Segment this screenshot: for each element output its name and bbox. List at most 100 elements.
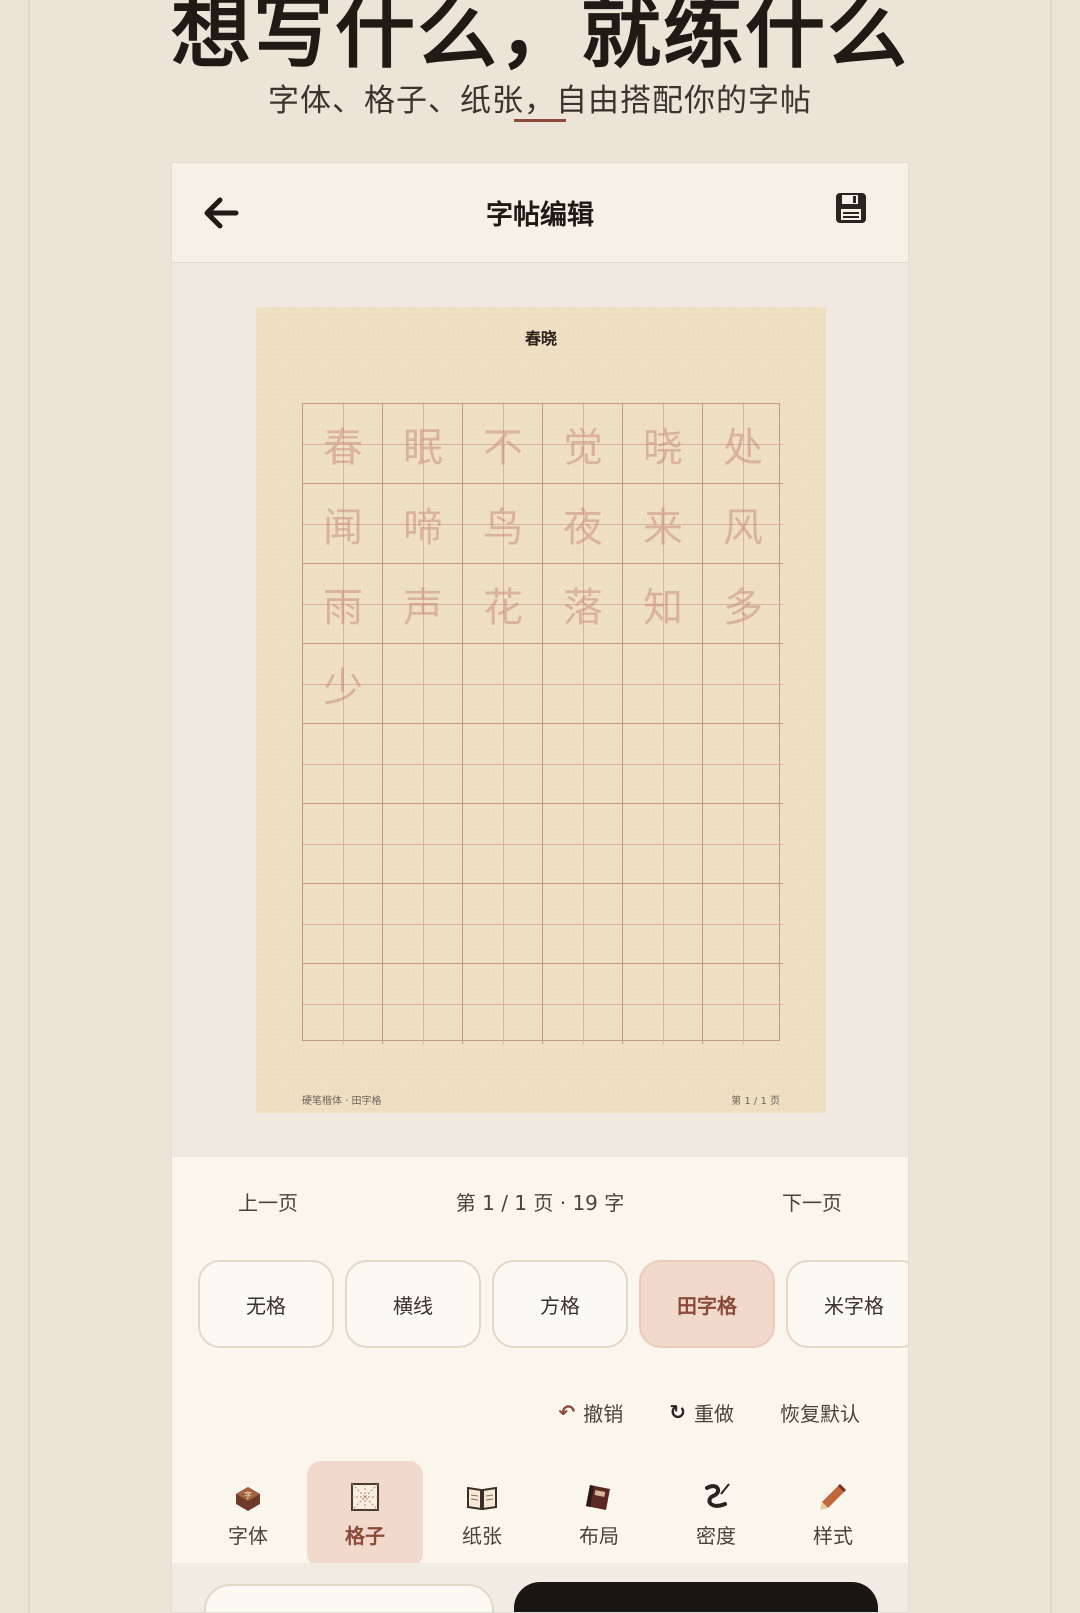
grid-cell: 鸟 bbox=[463, 484, 543, 564]
grid-option-square[interactable]: 方格 bbox=[492, 1260, 628, 1348]
grid-cell bbox=[303, 804, 383, 884]
grid-cell bbox=[463, 724, 543, 804]
grid-cell bbox=[303, 964, 383, 1044]
sheet-title: 春晓 bbox=[524, 329, 557, 348]
bottom-tabs: 字 字体 格子 纸张 布局 密度 样式 bbox=[190, 1461, 892, 1569]
grid-cell bbox=[383, 804, 463, 884]
grid-option-none[interactable]: 无格 bbox=[198, 1260, 334, 1348]
svg-text:字: 字 bbox=[244, 1490, 252, 1500]
grid-cell: 不 bbox=[463, 404, 543, 484]
practice-character: 闻 bbox=[323, 505, 363, 551]
left-border-line bbox=[28, 0, 30, 1613]
grid-cell bbox=[383, 644, 463, 724]
next-page-button[interactable]: 下一页 bbox=[782, 1187, 842, 1216]
grid-cell: 啼 bbox=[383, 484, 463, 564]
reset-label: 恢复默认 bbox=[780, 1401, 860, 1426]
tab-layout[interactable]: 布局 bbox=[541, 1461, 657, 1567]
right-border-line bbox=[1050, 0, 1052, 1613]
practice-character: 夜 bbox=[563, 505, 603, 551]
tab-grid[interactable]: 格子 bbox=[307, 1461, 423, 1567]
grid-cell bbox=[703, 724, 783, 804]
practice-character: 觉 bbox=[563, 425, 603, 471]
tab-style[interactable]: 样式 bbox=[775, 1461, 891, 1567]
grid-cell: 多 bbox=[703, 564, 783, 644]
grid-cell bbox=[303, 724, 383, 804]
practice-character: 雨 bbox=[323, 585, 363, 631]
floppy-disk-icon bbox=[836, 193, 866, 223]
grid-cell bbox=[543, 724, 623, 804]
grid-cell: 处 bbox=[703, 404, 783, 484]
grid-cell: 风 bbox=[703, 484, 783, 564]
save-button[interactable] bbox=[834, 191, 872, 229]
redo-button[interactable]: ↻ 重做 bbox=[669, 1397, 734, 1427]
grid-cell bbox=[383, 724, 463, 804]
grid-cell: 眠 bbox=[383, 404, 463, 484]
practice-character: 眠 bbox=[403, 425, 443, 471]
grid-cell: 雨 bbox=[303, 564, 383, 644]
secondary-button[interactable] bbox=[204, 1584, 494, 1612]
promo-subheadline: 字体、格子、纸张，自由搭配你的字帖 bbox=[268, 83, 812, 119]
grid-cell bbox=[623, 964, 703, 1044]
grid-cell bbox=[623, 644, 703, 724]
grid-cell bbox=[623, 884, 703, 964]
app-bar: 字帖编辑 bbox=[172, 163, 908, 263]
grid-cell bbox=[703, 964, 783, 1044]
practice-character: 少 bbox=[323, 665, 363, 711]
tab-density[interactable]: 密度 bbox=[658, 1461, 774, 1567]
grid-cell bbox=[303, 884, 383, 964]
grid-option-tianzige[interactable]: 田字格 bbox=[639, 1260, 775, 1348]
grid-option-mizige[interactable]: 米字格 bbox=[786, 1260, 908, 1348]
grid-cell bbox=[463, 884, 543, 964]
grid-cell: 夜 bbox=[543, 484, 623, 564]
notebook-icon bbox=[586, 1484, 610, 1510]
grid-cell bbox=[543, 804, 623, 884]
tab-label: 格子 bbox=[345, 1523, 385, 1548]
grid-cell bbox=[543, 964, 623, 1044]
undo-label: 撤销 bbox=[583, 1401, 624, 1426]
practice-character: 不 bbox=[483, 425, 523, 471]
grid-cell bbox=[703, 644, 783, 724]
grid-cell bbox=[543, 644, 623, 724]
grid-cell: 少 bbox=[303, 644, 383, 724]
open-book-icon bbox=[467, 1486, 497, 1510]
accent-divider bbox=[514, 119, 566, 122]
tab-label: 布局 bbox=[579, 1523, 619, 1548]
grid-cell: 闻 bbox=[303, 484, 383, 564]
tianzige-grid: 春眠不觉晓处闻啼鸟夜来风雨声花落知多少 bbox=[302, 403, 783, 1044]
practice-character: 处 bbox=[723, 425, 763, 471]
grid-style-options: 无格 横线 方格 田字格 米字格 bbox=[198, 1260, 908, 1350]
sheet-footer-page: 第 1 / 1 页 bbox=[731, 1096, 780, 1107]
grid-option-lines[interactable]: 横线 bbox=[345, 1260, 481, 1348]
grid-cell bbox=[383, 884, 463, 964]
grid-cell: 知 bbox=[623, 564, 703, 644]
practice-character: 声 bbox=[403, 585, 443, 631]
pencil-icon bbox=[820, 1483, 846, 1510]
copybook-page[interactable]: 春晓 春眠不觉晓处闻啼鸟夜来风雨声花落知多少 硬笔楷体 · 田字格 第 1 / … bbox=[256, 307, 826, 1113]
grid-cell: 觉 bbox=[543, 404, 623, 484]
tab-label: 样式 bbox=[813, 1523, 853, 1548]
grid-cell: 来 bbox=[623, 484, 703, 564]
primary-button[interactable] bbox=[514, 1582, 878, 1612]
tab-font[interactable]: 字 字体 bbox=[190, 1461, 306, 1567]
practice-character: 啼 bbox=[403, 505, 443, 551]
redo-label: 重做 bbox=[694, 1401, 734, 1426]
brush-stroke-icon bbox=[705, 1482, 730, 1508]
grid-cell: 晓 bbox=[623, 404, 703, 484]
ink-block-icon: 字 bbox=[236, 1486, 260, 1511]
editor-controls: 上一页 第 1 / 1 页 · 19 字 下一页 无格 横线 方格 田字格 米字… bbox=[172, 1157, 908, 1612]
grid-cell bbox=[383, 964, 463, 1044]
practice-character: 风 bbox=[723, 505, 763, 551]
reset-button[interactable]: 恢复默认 bbox=[780, 1397, 860, 1427]
grid-cell: 声 bbox=[383, 564, 463, 644]
grid-cell bbox=[463, 804, 543, 884]
tab-label: 纸张 bbox=[462, 1523, 502, 1548]
tab-paper[interactable]: 纸张 bbox=[424, 1461, 540, 1567]
edit-actions: ↶ 撤销 ↻ 重做 恢复默认 bbox=[558, 1397, 860, 1427]
practice-character: 晓 bbox=[643, 425, 683, 471]
grid-cell bbox=[623, 724, 703, 804]
grid-cell: 春 bbox=[303, 404, 383, 484]
undo-button[interactable]: ↶ 撤销 bbox=[558, 1397, 623, 1427]
grid-cell: 落 bbox=[543, 564, 623, 644]
redo-icon: ↻ bbox=[669, 1400, 686, 1424]
practice-character: 知 bbox=[643, 585, 683, 631]
